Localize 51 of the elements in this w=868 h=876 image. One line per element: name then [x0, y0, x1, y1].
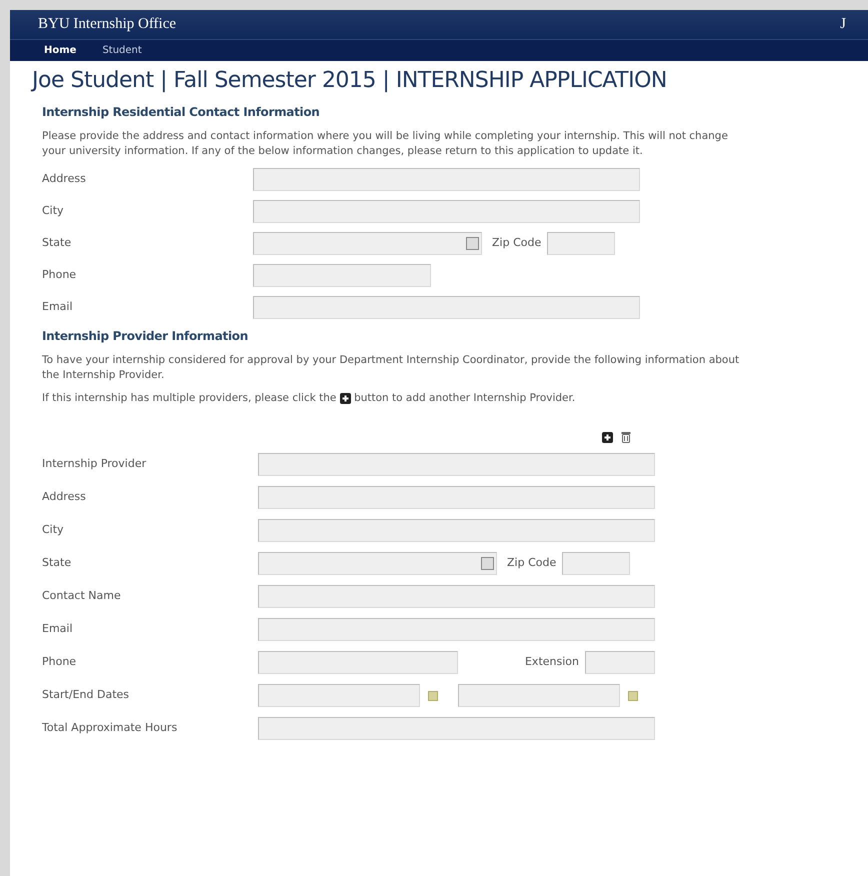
text-input[interactable]	[258, 618, 655, 641]
section-heading: Internship Residential Contact Information	[42, 104, 321, 121]
field-label: Address	[42, 489, 87, 506]
add-icon[interactable]	[340, 392, 351, 404]
note-text: button to add another Internship Provider.	[354, 392, 576, 404]
nav-link-item[interactable]: Home	[44, 40, 76, 61]
field-label: City	[42, 522, 65, 538]
intro-text: Please provide the address and contact information where you will be living while completing your internship. This will not change your university information. If any of the below information changes, please return to this application to update it.	[42, 129, 729, 159]
text-input[interactable]	[585, 651, 655, 674]
calendar-icon	[628, 690, 638, 700]
text-input[interactable]	[258, 717, 655, 740]
field-label: Total Approximate Hours	[42, 720, 178, 736]
text-input[interactable]	[253, 200, 640, 222]
state-dropdown[interactable]	[253, 232, 482, 254]
field-label: Start/End Dates	[42, 687, 130, 704]
field-label: Address	[42, 170, 87, 187]
text-input[interactable]	[258, 585, 655, 608]
text-input[interactable]	[258, 453, 655, 476]
intro-text: To have your internship considered for approval by your Department Internship Coordinator, provide the following information about the Internship Provider.	[42, 353, 740, 383]
trash-icon[interactable]	[621, 431, 631, 443]
field-label: Extension	[524, 654, 579, 670]
text-input[interactable]	[258, 486, 655, 509]
field-label: Internship Provider	[42, 456, 148, 472]
note-text: If this internship has multiple providers, please click the	[42, 392, 336, 404]
field-label: State	[42, 234, 72, 251]
add-icon[interactable]	[602, 432, 613, 442]
text-input[interactable]	[253, 264, 431, 286]
text-input[interactable]	[547, 232, 616, 254]
field-label: Contact Name	[42, 588, 122, 604]
section-heading: Internship Provider Information	[42, 328, 249, 345]
user-name: J	[840, 15, 846, 34]
field-label: Phone	[42, 654, 78, 670]
text-input[interactable]	[258, 519, 655, 542]
text-input[interactable]	[253, 296, 640, 318]
field-label: Email	[42, 621, 74, 638]
text-input[interactable]	[258, 651, 458, 674]
field-label: City	[42, 202, 65, 219]
field-label: Email	[42, 298, 74, 315]
calendar-icon	[428, 690, 438, 700]
date-input[interactable]	[458, 684, 620, 707]
state-dropdown[interactable]	[258, 552, 497, 575]
field-label: State	[42, 555, 72, 572]
field-label: Zip Code	[492, 234, 542, 251]
text-input[interactable]	[253, 168, 640, 190]
text-input[interactable]	[562, 552, 630, 575]
field-label: Phone	[42, 266, 78, 283]
site-title: BYU Internship Office	[38, 15, 176, 34]
page-title: Joe Student | Fall Semester 2015 | INTERNSHIP APPLICATION	[32, 67, 668, 95]
date-input[interactable]	[258, 684, 420, 707]
field-label: Zip Code	[507, 555, 556, 572]
nav-link-item[interactable]: Student	[102, 40, 142, 61]
